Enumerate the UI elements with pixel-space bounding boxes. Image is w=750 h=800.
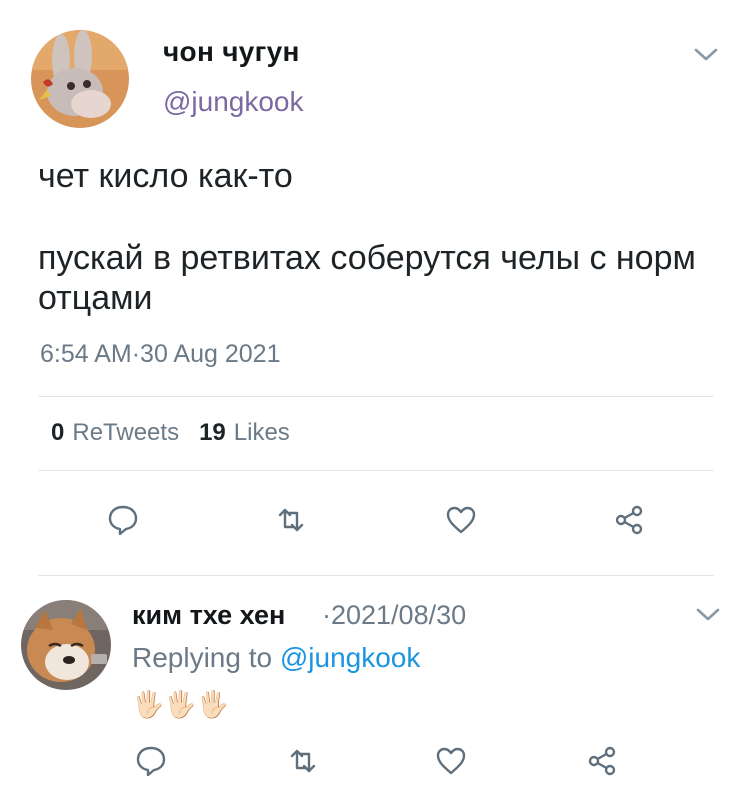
avatar[interactable] bbox=[31, 30, 129, 128]
retweets-count[interactable]: 0 bbox=[51, 419, 64, 446]
tweet-detail-page: чон чугун @jungkook чет кисло как-то пус… bbox=[0, 0, 750, 800]
reply-icon[interactable] bbox=[134, 744, 168, 778]
tweet-text-line: чет кисло как-то bbox=[38, 157, 293, 195]
retweet-icon[interactable] bbox=[274, 503, 308, 537]
avatar[interactable] bbox=[21, 600, 111, 690]
divider bbox=[38, 470, 714, 471]
tweet-timestamp[interactable]: 6:54 AM·30 Aug 2021 bbox=[40, 340, 280, 369]
replying-to-label: Replying to bbox=[132, 642, 280, 673]
author-display-name[interactable]: чон чугун bbox=[163, 36, 300, 68]
tweet-text-line: пускай в ретвитах соберутся челы с норм … bbox=[38, 239, 696, 317]
bunny-avatar-image bbox=[31, 30, 129, 128]
reply-date[interactable]: ·2021/08/30 bbox=[322, 600, 466, 631]
share-icon[interactable] bbox=[612, 503, 646, 537]
divider bbox=[38, 396, 714, 397]
divider bbox=[38, 575, 714, 576]
retweet-icon[interactable] bbox=[286, 744, 320, 778]
reply-author-display-name[interactable]: ким тхе хен bbox=[132, 600, 285, 631]
likes-label[interactable]: Likes bbox=[234, 419, 290, 446]
like-icon[interactable] bbox=[434, 744, 468, 778]
retweets-label[interactable]: ReTweets bbox=[72, 419, 179, 446]
replying-to: Replying to @jungkook bbox=[132, 642, 420, 674]
chevron-down-icon[interactable] bbox=[694, 606, 722, 624]
like-icon[interactable] bbox=[444, 503, 478, 537]
replying-to-mention[interactable]: @jungkook bbox=[280, 642, 421, 673]
share-icon[interactable] bbox=[585, 744, 619, 778]
reply-text: 🖐🏻🖐🏻🖐🏻 bbox=[132, 689, 230, 719]
reply-icon[interactable] bbox=[106, 503, 140, 537]
likes-count[interactable]: 19 bbox=[199, 419, 226, 446]
chevron-down-icon[interactable] bbox=[692, 46, 720, 64]
dog-avatar-image bbox=[21, 600, 111, 690]
tweet-text: чет кисло как-то пускай в ретвитах собер… bbox=[38, 156, 718, 318]
tweet-stats: 0 ReTweets 19 Likes bbox=[51, 419, 290, 447]
author-handle[interactable]: @jungkook bbox=[163, 86, 304, 118]
